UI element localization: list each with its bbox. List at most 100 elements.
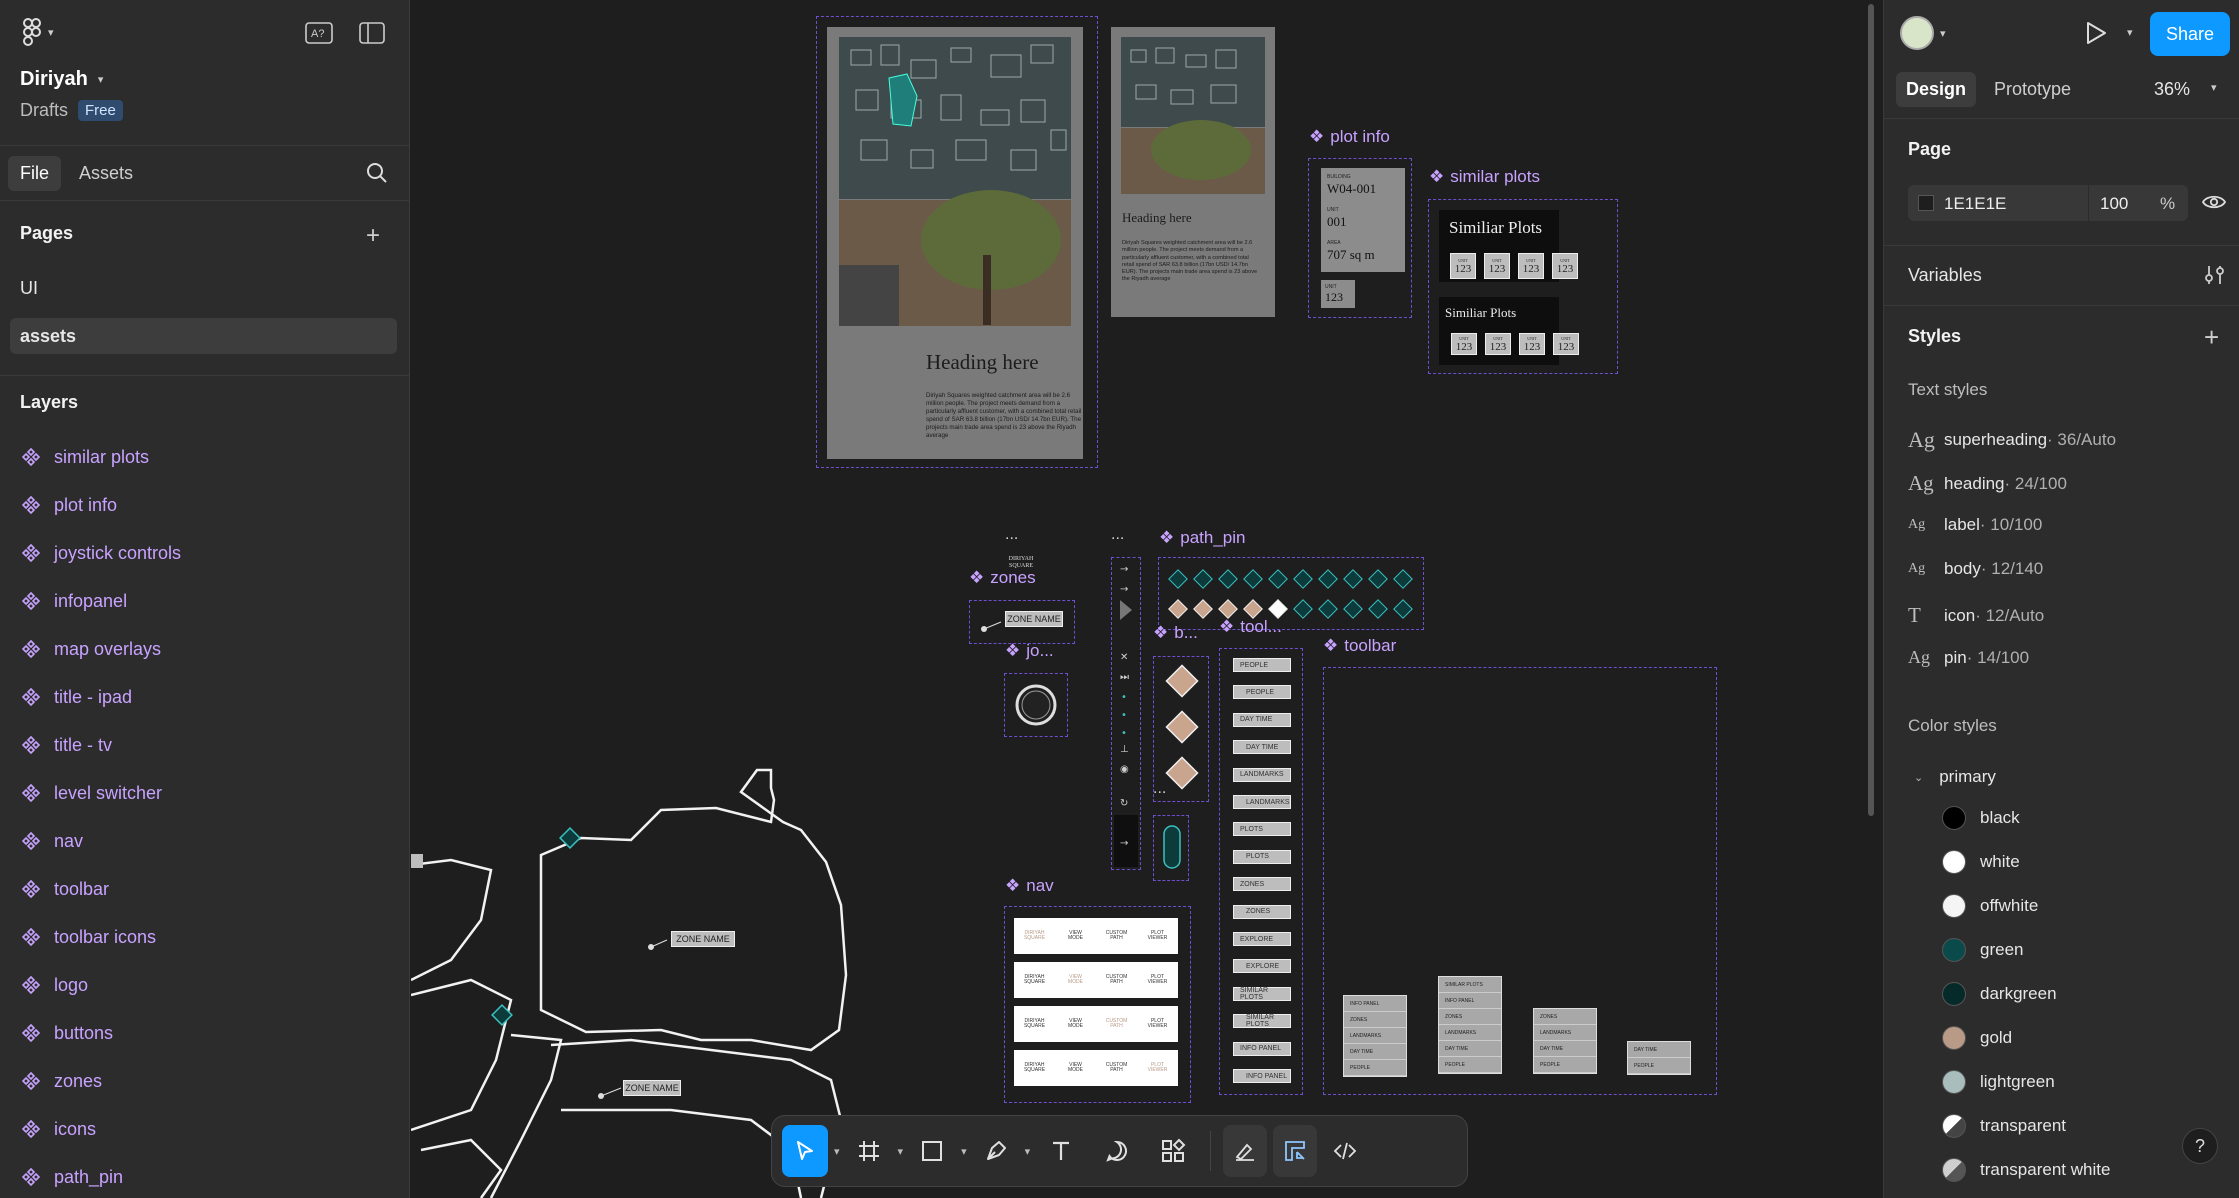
layer-item[interactable]: buttons — [21, 1018, 113, 1048]
layer-item[interactable]: similar plots — [21, 442, 149, 472]
layer-item[interactable]: plot info — [21, 490, 117, 520]
color-style-item[interactable]: transparent white — [1942, 1158, 2110, 1182]
layer-item[interactable]: title - ipad — [21, 682, 132, 712]
nav-item: DIRIYAH SQUARE — [1023, 973, 1046, 985]
layer-item[interactable]: icons — [21, 1114, 96, 1144]
design-mode-button[interactable] — [1273, 1125, 1318, 1177]
chevron-down-icon[interactable]: ▾ — [1025, 1145, 1031, 1158]
frame-label-ellipsis[interactable]: ... — [1153, 780, 1166, 798]
page-fill-row[interactable]: 1E1E1E 100 % — [1908, 185, 2188, 221]
tab-prototype[interactable]: Prototype — [1994, 79, 2071, 100]
layer-item[interactable]: toolbar — [21, 874, 109, 904]
color-style-item[interactable]: lightgreen — [1942, 1070, 2055, 1094]
present-play-icon[interactable] — [2084, 20, 2108, 46]
comment-tool-button[interactable] — [1092, 1125, 1142, 1177]
search-icon[interactable] — [366, 162, 388, 184]
frame-icon-strip[interactable] — [1111, 557, 1141, 870]
color-swatch — [1942, 1114, 1966, 1138]
frame-label-plot-info[interactable]: ❖ plot info — [1309, 127, 1390, 147]
move-tool-button[interactable] — [782, 1125, 828, 1177]
color-style-item[interactable]: black — [1942, 806, 2020, 830]
component-icon — [21, 831, 41, 851]
page-color-hex[interactable]: 1E1E1E — [1944, 194, 2006, 214]
color-style-item[interactable]: white — [1942, 850, 2020, 874]
sidebar-toggle-icon[interactable] — [359, 22, 385, 44]
text-style-name: heading — [1944, 473, 2005, 493]
text-style-item[interactable]: Ag superheading · 36/Auto — [1908, 427, 2116, 453]
user-menu[interactable]: ▾ — [1900, 16, 1946, 50]
color-style-item[interactable]: transparent — [1942, 1114, 2066, 1138]
frame-tool-button[interactable] — [846, 1125, 892, 1177]
frame-label-nav[interactable]: ❖ nav — [1005, 876, 1054, 896]
frame-label-joystick[interactable]: ❖ jo... — [1005, 641, 1054, 661]
text-style-item[interactable]: Ticon · 12/Auto — [1908, 603, 2044, 628]
similar-plot-chip: UNIT 123 — [1519, 333, 1545, 355]
text-style-item[interactable]: Ag body · 12/140 — [1908, 559, 2043, 579]
dev-mode-button[interactable] — [1323, 1125, 1367, 1177]
text-style-item[interactable]: Ag pin · 14/100 — [1908, 647, 2029, 668]
color-swatch — [1942, 1026, 1966, 1050]
layer-item[interactable]: toolbar icons — [21, 922, 156, 952]
text-style-item[interactable]: Ag label · 10/100 — [1908, 515, 2042, 535]
frame-label-zones[interactable]: ❖ zones — [969, 568, 1036, 588]
variables-title[interactable]: Variables — [1908, 265, 1982, 286]
text-style-item[interactable]: Ag heading · 24/100 — [1908, 471, 2067, 496]
add-style-plus-icon[interactable]: + — [2204, 322, 2219, 353]
color-style-item[interactable]: darkgreen — [1942, 982, 2057, 1006]
zoom-level[interactable]: 36% — [2154, 79, 2190, 100]
chevron-down-icon[interactable]: ▾ — [834, 1145, 840, 1158]
page-item[interactable]: UI — [10, 270, 397, 306]
frame-label-path-pin[interactable]: ❖ path_pin — [1159, 528, 1245, 548]
layer-item[interactable]: nav — [21, 826, 83, 856]
chevron-down-icon[interactable]: ▾ — [2211, 81, 2217, 94]
toolbar-toggle-item: PEOPLE — [1233, 658, 1291, 672]
pen-tool-button[interactable] — [973, 1125, 1019, 1177]
frame-label-toolbar[interactable]: ❖ toolbar — [1323, 636, 1396, 656]
layer-item[interactable]: joystick controls — [21, 538, 181, 568]
actions-button[interactable] — [1148, 1125, 1198, 1177]
tab-file[interactable]: File — [8, 156, 62, 191]
help-button[interactable]: ? — [2182, 1128, 2218, 1164]
color-style-item[interactable]: green — [1942, 938, 2023, 962]
frame-label-ellipsis[interactable]: ... — [1111, 526, 1124, 544]
frame-label-ellipsis[interactable]: ... — [1005, 526, 1018, 544]
tab-design[interactable]: Design — [1896, 72, 1977, 107]
color-style-item[interactable]: offwhite — [1942, 894, 2038, 918]
text-style-meta: · 12/Auto — [1975, 605, 2045, 625]
frame-label-buttons[interactable]: ❖ b... — [1153, 623, 1198, 643]
chevron-down-icon[interactable]: ▾ — [2127, 26, 2133, 39]
frame-path-pin[interactable] — [1158, 557, 1424, 630]
text-tool-button[interactable] — [1036, 1125, 1086, 1177]
variables-sliders-icon[interactable] — [2204, 264, 2226, 286]
draw-mode-button[interactable] — [1223, 1125, 1268, 1177]
file-name-menu[interactable]: Diriyah ▾ — [20, 68, 103, 91]
color-style-item[interactable]: gold — [1942, 1026, 2012, 1050]
page-item[interactable]: assets — [10, 318, 397, 354]
layer-item[interactable]: path_pin — [21, 1162, 123, 1192]
design-canvas[interactable]: → → ✕ ⏭ • • • ⊥ ◉ ↻ → ❖ plot info ❖ simi… — [411, 0, 1883, 1198]
toolbar-stack-item: DAY TIME — [1534, 1041, 1596, 1057]
component-icon — [21, 735, 41, 755]
ai-translate-icon[interactable]: A? — [305, 22, 333, 44]
fill-swatch[interactable] — [1918, 195, 1934, 211]
page-opacity[interactable]: 100 — [2100, 194, 2128, 214]
layer-item[interactable]: title - tv — [21, 730, 112, 760]
add-page-plus-icon[interactable]: + — [366, 222, 380, 250]
layer-item[interactable]: zones — [21, 1066, 102, 1096]
shape-tool-button[interactable] — [909, 1125, 955, 1177]
layer-item[interactable]: map overlays — [21, 634, 161, 664]
frame-label-toolbar-icons[interactable]: ❖ tool... — [1219, 617, 1282, 637]
chevron-down-icon[interactable]: ▾ — [898, 1145, 904, 1158]
main-menu[interactable]: ▾ — [22, 18, 54, 46]
layer-item[interactable]: level switcher — [21, 778, 162, 808]
frame-label-similar-plots[interactable]: ❖ similar plots — [1429, 167, 1540, 187]
eye-icon[interactable] — [2202, 192, 2226, 212]
layer-item[interactable]: logo — [21, 970, 88, 1000]
share-button[interactable]: Share — [2150, 12, 2230, 56]
chevron-down-icon[interactable]: ▾ — [961, 1145, 967, 1158]
frame-joystick[interactable] — [1004, 673, 1068, 737]
color-group-primary[interactable]: ⌄ primary — [1914, 767, 1996, 787]
layer-item[interactable]: infopanel — [21, 586, 127, 616]
tab-assets[interactable]: Assets — [67, 156, 145, 191]
frame-level-switcher[interactable] — [1153, 815, 1189, 881]
